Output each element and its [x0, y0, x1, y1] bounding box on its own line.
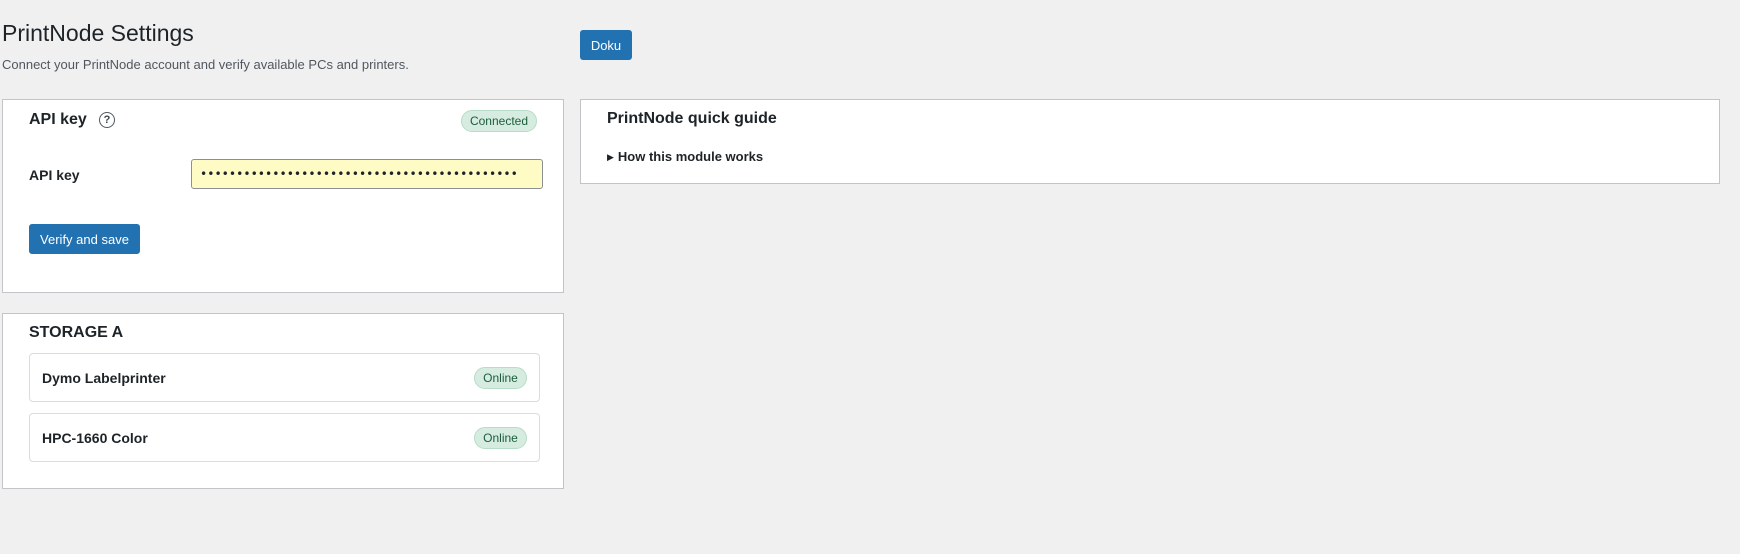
how-module-works-toggle[interactable]: ▶ How this module works [607, 148, 763, 166]
disclosure-triangle-icon: ▶ [607, 152, 614, 162]
question-circle-icon[interactable]: ? [99, 112, 115, 128]
page-subtitle: Connect your PrintNode account and verif… [2, 57, 409, 72]
details-summary-label: How this module works [617, 149, 764, 164]
storage-heading: STORAGE A [29, 324, 124, 341]
doku-button[interactable]: Doku [580, 30, 632, 60]
quick-guide-heading: PrintNode quick guide [607, 110, 777, 127]
api-key-field-label: API key [29, 167, 80, 183]
quick-guide-card: PrintNode quick guide ▶ How this module w… [580, 99, 1720, 184]
printer-name: HPC-1660 Color [42, 430, 148, 446]
api-key-input[interactable] [191, 159, 543, 189]
page-title: PrintNode Settings [2, 20, 194, 46]
connection-status-badge: Connected [461, 110, 537, 132]
printer-name: Dymo Labelprinter [42, 370, 166, 386]
printer-status-badge: Online [474, 427, 527, 449]
api-key-card: API key ? Connected API key Verify and s… [2, 99, 564, 293]
printer-item: HPC-1660 Color Online [29, 413, 540, 462]
printer-status-badge: Online [474, 367, 527, 389]
api-key-heading: API key [29, 111, 87, 128]
storage-card: STORAGE A Dymo Labelprinter Online HPC-1… [2, 313, 564, 489]
printer-item: Dymo Labelprinter Online [29, 353, 540, 402]
verify-and-save-button[interactable]: Verify and save [29, 224, 140, 254]
